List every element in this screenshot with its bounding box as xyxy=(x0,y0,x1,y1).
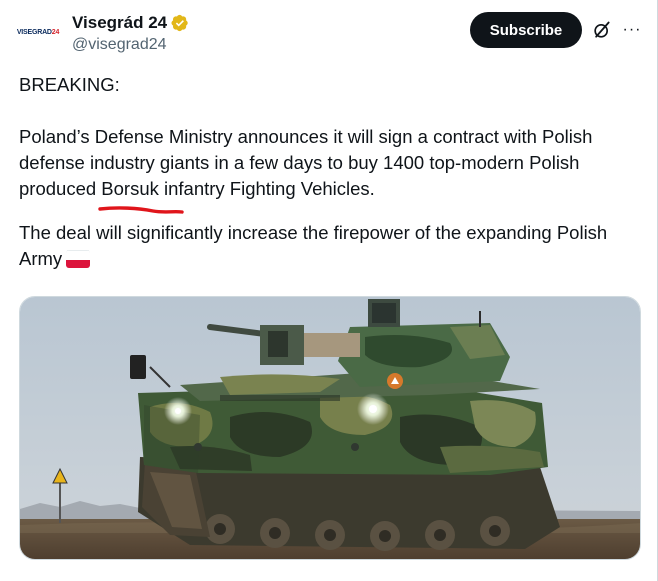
tweet-text: BREAKING: Poland’s Defense Ministry anno… xyxy=(19,72,639,272)
more-icon[interactable]: ··· xyxy=(621,19,643,41)
subscribe-button[interactable]: Subscribe xyxy=(470,12,582,48)
poland-flag-icon xyxy=(66,250,91,268)
grok-icon[interactable] xyxy=(592,20,612,40)
tweet-header: VISEGRAD24 Visegrád 24 @visegrad24 Subsc… xyxy=(16,10,642,60)
tweet-paragraph-main: Poland’s Defense Ministry announces it w… xyxy=(19,126,593,199)
tweet-card: VISEGRAD24 Visegrád 24 @visegrad24 Subsc… xyxy=(0,0,658,581)
display-name-row: Visegrád 24 xyxy=(72,12,189,34)
author-info: Visegrád 24 @visegrad24 xyxy=(72,12,189,54)
tweet-paragraph-deal-text: The deal will significantly increase the… xyxy=(19,222,608,269)
avatar-text: VISEGRAD24 xyxy=(16,28,60,36)
handle[interactable]: @visegrad24 xyxy=(72,36,189,54)
tweet-paragraph-deal: The deal will significantly increase the… xyxy=(19,220,639,272)
armored-vehicle-photo xyxy=(20,297,640,559)
verified-badge-icon[interactable] xyxy=(171,14,189,32)
red-underline-annotation xyxy=(98,206,184,214)
display-name[interactable]: Visegrád 24 xyxy=(72,13,167,33)
avatar[interactable]: VISEGRAD24 xyxy=(16,10,60,54)
tweet-line-breaking: BREAKING: xyxy=(19,74,120,95)
tweet-media-image[interactable] xyxy=(19,296,641,560)
